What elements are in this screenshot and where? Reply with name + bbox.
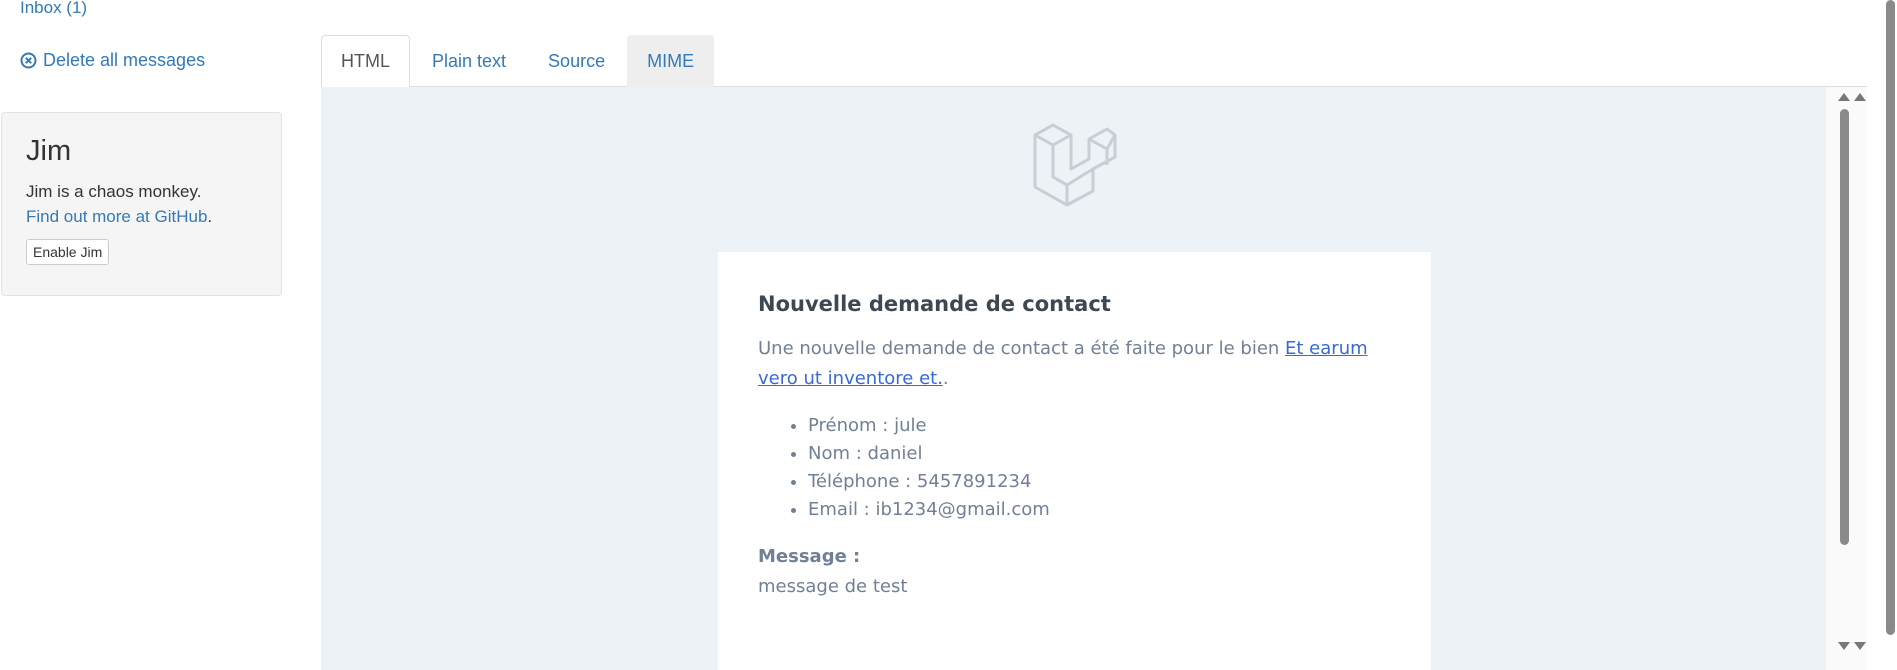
preview-scrollbar[interactable]	[1826, 87, 1867, 670]
scrollbar-thumb[interactable]	[1840, 109, 1849, 545]
delete-all-label: Delete all messages	[43, 50, 206, 70]
email-intro: Une nouvelle demande de contact a été fa…	[758, 334, 1391, 394]
list-item: Email : ib1234@gmail.com	[808, 496, 1391, 524]
email-intro-suffix: .	[942, 368, 949, 389]
jim-title: Jim	[26, 135, 72, 167]
inbox-link[interactable]: Inbox (1)	[20, 0, 87, 18]
delete-all-messages-button[interactable]: Delete all messages	[20, 50, 205, 71]
page-scrollbar-thumb[interactable]	[1886, 0, 1895, 635]
email-preview-frame: Nouvelle demande de contact Une nouvelle…	[321, 87, 1826, 670]
scroll-down-arrow-icon[interactable]	[1854, 642, 1866, 650]
jim-description-text: Jim is a chaos monkey.	[26, 182, 202, 201]
message-body: message de test	[758, 576, 908, 597]
tab-plain-text[interactable]: Plain text	[412, 35, 526, 87]
message-view-tabs: HTML Plain text Source MIME	[321, 35, 1867, 88]
tab-html[interactable]: HTML	[321, 35, 410, 88]
list-item: Nom : daniel	[808, 440, 1391, 468]
laravel-logo-icon	[1033, 121, 1118, 207]
enable-jim-button[interactable]: Enable Jim	[26, 239, 110, 265]
jim-description: Jim is a chaos monkey. Find out more at …	[26, 179, 257, 229]
email-card: Nouvelle demande de contact Une nouvelle…	[718, 252, 1431, 670]
scroll-up-arrow-icon[interactable]	[1838, 93, 1850, 101]
github-link[interactable]: Find out more at GitHub	[26, 207, 207, 226]
page-scrollbar[interactable]	[1884, 0, 1897, 670]
list-item: Prénom : jule	[808, 412, 1391, 440]
tab-source[interactable]: Source	[528, 35, 625, 87]
circle-x-icon	[20, 52, 37, 69]
contact-details-list: Prénom : jule Nom : daniel Téléphone : 5…	[808, 412, 1391, 524]
message-label: Message :	[758, 546, 861, 567]
scroll-up-arrow-icon[interactable]	[1854, 93, 1866, 101]
jim-link-suffix: .	[207, 207, 213, 226]
jim-panel: Jim Jim is a chaos monkey. Find out more…	[1, 112, 282, 296]
scroll-down-arrow-icon[interactable]	[1838, 642, 1850, 650]
list-item: Téléphone : 5457891234	[808, 468, 1391, 496]
tab-mime[interactable]: MIME	[627, 35, 715, 87]
email-title: Nouvelle demande de contact	[758, 292, 1111, 316]
email-intro-text: Une nouvelle demande de contact a été fa…	[758, 338, 1286, 359]
